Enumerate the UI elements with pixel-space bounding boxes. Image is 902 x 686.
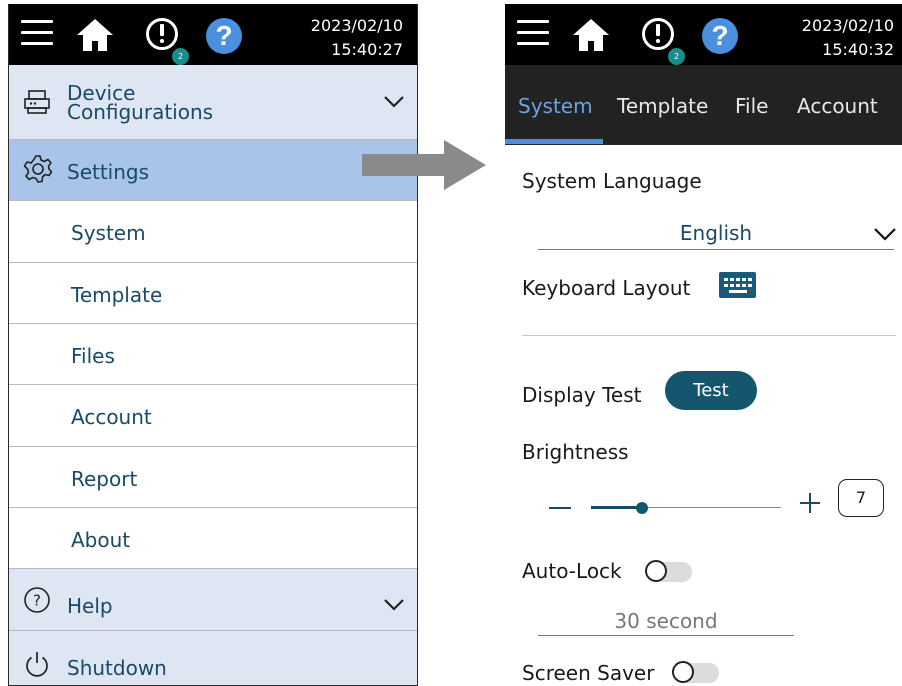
display-test-label: Display Test <box>522 383 642 407</box>
screen-saver-toggle[interactable] <box>672 661 719 683</box>
system-language-select[interactable]: English <box>538 221 894 245</box>
power-icon <box>26 652 48 677</box>
menu-item-label: Files <box>71 344 115 368</box>
select-underline <box>538 249 894 250</box>
notification-badge: 2 <box>668 48 685 65</box>
menu-item-account[interactable]: Account <box>9 385 417 447</box>
printer-icon <box>24 90 50 114</box>
auto-lock-toggle[interactable] <box>645 560 692 582</box>
brightness-value[interactable]: 7 <box>838 479 884 517</box>
tab-file[interactable]: File <box>735 94 768 118</box>
menu-item-label: Template <box>71 283 163 307</box>
clock-time: 15:40:32 <box>822 40 894 59</box>
display-test-button[interactable]: Test <box>665 371 757 410</box>
menu-device-configurations-label: Device Configurations <box>67 81 214 124</box>
question-circle-icon: ? <box>24 587 50 613</box>
home-icon[interactable] <box>76 18 114 52</box>
brightness-increase-button[interactable] <box>800 493 820 513</box>
clock: 2023/02/10 15:40:27 <box>311 14 403 62</box>
chevron-down-icon[interactable] <box>383 95 405 109</box>
auto-lock-timeout-select[interactable]: 30 second <box>538 609 794 633</box>
timeout-underline <box>538 635 794 636</box>
menu-settings-label: Settings <box>67 160 150 184</box>
keyboard-icon[interactable] <box>719 272 756 298</box>
screen-saver-label: Screen Saver <box>522 661 655 685</box>
help-icon[interactable]: ? <box>206 18 242 54</box>
menu-help-label: Help <box>67 594 113 618</box>
tab-account[interactable]: Account <box>797 94 878 118</box>
menu-item-about[interactable]: About <box>9 508 417 569</box>
menu-item-template[interactable]: Template <box>9 263 417 324</box>
system-settings-panel: 2 ? 2023/02/10 15:40:32 System Template … <box>505 4 902 686</box>
arrow-right-icon <box>362 140 486 190</box>
clock-date: 2023/02/10 <box>310 16 403 35</box>
menu-shutdown-label: Shutdown <box>67 656 167 680</box>
gear-icon <box>23 155 53 183</box>
auto-lock-label: Auto-Lock <box>522 559 622 583</box>
menu-item-system[interactable]: System <box>9 201 417 263</box>
top-status-bar: 2 ? 2023/02/10 15:40:27 <box>9 4 417 65</box>
system-language-label: System Language <box>522 169 702 193</box>
menu-help[interactable]: ? Help <box>9 569 417 631</box>
side-menu-panel: 2 ? 2023/02/10 15:40:27 Device Configura… <box>8 4 418 686</box>
menu-item-report[interactable]: Report <box>9 447 417 508</box>
settings-tab-bar: System Template File Account <box>505 65 902 145</box>
tab-system[interactable]: System <box>518 94 593 118</box>
system-settings-content: System Language English Keyboard Layout … <box>505 145 902 686</box>
svg-text:?: ? <box>33 592 41 610</box>
notification-badge: 2 <box>172 48 189 65</box>
brightness-decrease-button[interactable] <box>549 507 571 509</box>
clock-date: 2023/02/10 <box>801 16 894 35</box>
menu-device-configurations[interactable]: Device Configurations <box>9 65 417 140</box>
menu-item-label: Report <box>71 467 138 491</box>
hamburger-icon[interactable] <box>21 17 53 49</box>
chevron-down-icon[interactable] <box>383 598 405 612</box>
brightness-label: Brightness <box>522 440 629 464</box>
menu-item-files[interactable]: Files <box>9 324 417 385</box>
home-icon[interactable] <box>572 18 610 52</box>
section-divider <box>522 335 896 336</box>
brightness-slider-fill <box>591 506 643 509</box>
alert-icon[interactable] <box>146 18 178 50</box>
menu-item-label: System <box>71 221 146 245</box>
menu-item-label: About <box>71 528 131 552</box>
menu-item-label: Account <box>71 405 152 429</box>
clock-time: 15:40:27 <box>331 40 403 59</box>
menu-settings[interactable]: Settings <box>9 140 417 201</box>
chevron-down-icon[interactable] <box>873 227 897 242</box>
top-status-bar: 2 ? 2023/02/10 15:40:32 <box>505 4 902 65</box>
clock: 2023/02/10 15:40:32 <box>802 14 894 62</box>
hamburger-icon[interactable] <box>517 17 549 49</box>
active-tab-indicator <box>505 139 603 144</box>
menu-shutdown[interactable]: Shutdown <box>9 631 417 685</box>
tab-template[interactable]: Template <box>617 94 708 118</box>
brightness-slider-handle[interactable] <box>636 502 649 514</box>
help-icon[interactable]: ? <box>702 18 738 54</box>
keyboard-layout-label: Keyboard Layout <box>522 276 691 300</box>
alert-icon[interactable] <box>642 18 674 50</box>
